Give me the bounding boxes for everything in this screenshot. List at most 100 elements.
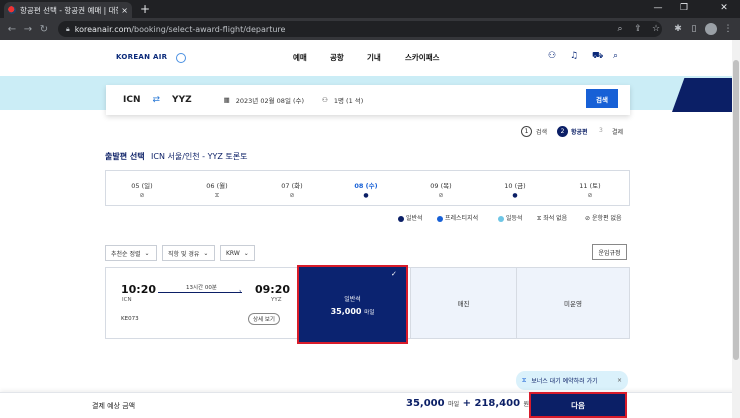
currency-value: KRW (226, 249, 240, 257)
legend-label: 좌석 없음 (543, 215, 568, 222)
date-tab-06[interactable]: 06 (월) (187, 180, 247, 190)
waitlist-icon: ⧖ (537, 215, 542, 222)
economy-dot-icon: ● (363, 192, 369, 199)
departure-date[interactable]: 2023년 02월 08일 (수) (236, 95, 304, 105)
sort-select[interactable]: 추천순 정렬 ⌄ (105, 245, 157, 261)
economy-price: 35,000 마일 (331, 307, 375, 316)
forward-arrow-icon[interactable]: → (20, 24, 36, 35)
legend-label: 운항편 없음 (592, 215, 622, 222)
calendar-icon: ▦ (223, 96, 230, 104)
korean-air-logo[interactable]: KOREAN AIR (116, 53, 167, 61)
zoom-icon[interactable]: ⌕ (612, 21, 628, 37)
legend-economy: 일반석 (398, 213, 423, 222)
no-seat-icon: ⊘ (587, 192, 593, 199)
no-seat-icon: ⊘ (289, 192, 295, 199)
search-icon[interactable]: ⌕ (613, 51, 618, 61)
nav-skypass[interactable]: 스카이패스 (405, 52, 440, 63)
stops-select[interactable]: 직항 및 경유 ⌄ (162, 245, 215, 261)
new-tab-button[interactable]: + (140, 2, 150, 16)
arrival-airport: YYZ (271, 297, 282, 303)
route-line (158, 292, 242, 293)
browser-tab[interactable]: 항공편 선택 - 항공권 예매 | 대한항공 × (4, 2, 132, 18)
korean-air-favicon-icon (8, 6, 16, 14)
total-won: 218,400 (474, 398, 521, 409)
share-icon[interactable]: ⇪ (630, 21, 646, 37)
prestige-dot-icon (437, 215, 443, 222)
sort-value: 추천순 정렬 (111, 250, 141, 258)
destination-code[interactable]: YYZ (172, 95, 192, 105)
nav-booking[interactable]: 예매 (293, 52, 307, 63)
bell-icon[interactable]: ♫ (570, 51, 578, 61)
waitlist-label: 보너스 대기 예약하러 가기 (531, 378, 598, 385)
minimize-button[interactable]: — (648, 1, 668, 15)
sidebar-icon[interactable]: ▯ (686, 21, 702, 37)
profile-avatar[interactable] (705, 23, 717, 35)
step-label-search: 검색 (536, 129, 548, 136)
no-flight-icon: ⊘ (585, 215, 591, 222)
url-host: koreanair.com (74, 24, 132, 34)
date-tab-08-selected[interactable]: 08 (수) (336, 180, 396, 190)
menu-kebab-icon[interactable]: ⋮ (720, 21, 736, 37)
flight-number: KE073 (121, 316, 139, 322)
taegeuk-logo-icon (176, 53, 186, 63)
date-tab-05[interactable]: 05 (일) (112, 180, 172, 190)
economy-dot-icon: ● (512, 192, 518, 199)
lock-icon[interactable]: 🔒︎ (66, 25, 70, 34)
arrow-right-icon: › (239, 288, 242, 295)
departure-airport: ICN (122, 297, 132, 303)
date-tab-09[interactable]: 09 (목) (411, 180, 471, 190)
waitlist-icon: ⧖ (522, 376, 527, 384)
step-number-3: 3 (599, 127, 603, 134)
step-number-2: 2 (557, 126, 568, 137)
next-button[interactable]: 다음 (529, 392, 627, 418)
departure-time: 10:20 (121, 283, 157, 296)
bookmark-star-icon[interactable]: ☆ (648, 21, 664, 37)
economy-label: 일반석 (344, 295, 361, 303)
total-miles-unit: 마일 (448, 401, 460, 408)
user-icon[interactable]: ⚇ (548, 51, 556, 61)
currency-select[interactable]: KRW ⌄ (220, 245, 255, 261)
reload-icon[interactable]: ↻ (36, 24, 52, 35)
legend-label: 일등석 (506, 215, 523, 222)
prestige-status: 매진 (457, 300, 470, 308)
legend-label: 일반석 (406, 215, 423, 222)
stops-value: 직항 및 경유 (168, 250, 200, 258)
check-icon: ✓ (391, 270, 397, 278)
step-label-payment: 결제 (612, 129, 624, 136)
date-tab-07[interactable]: 07 (화) (262, 180, 322, 190)
legend-no-seat: ⧖ 좌석 없음 (537, 213, 567, 223)
tab-close-icon[interactable]: × (121, 6, 128, 15)
swap-icon[interactable]: ⇄ (153, 95, 161, 105)
plus-sign: + (462, 398, 471, 409)
search-button[interactable]: 검색 (586, 89, 618, 108)
arrival-time: 09:20 (255, 283, 291, 296)
extensions-icon[interactable]: ✱ (670, 21, 686, 37)
origin-code[interactable]: ICN (123, 95, 141, 105)
passenger-count[interactable]: 1명 (1 석) (334, 95, 363, 105)
url-bar[interactable]: 🔒︎ koreanair.com /booking/select-award-f… (58, 21, 662, 37)
waitlist-banner[interactable]: ⧖ 보너스 대기 예약하러 가기 × (516, 371, 628, 390)
cart-icon[interactable]: ⛟ (592, 51, 603, 62)
total-amount: 35,000 마일 + 218,400 원 (406, 398, 529, 409)
route-label: ICN 서울/인천 - YYZ 토론토 (151, 152, 248, 161)
close-window-button[interactable]: ✕ (714, 1, 734, 15)
scrollbar-thumb[interactable] (733, 60, 739, 360)
nav-inflight[interactable]: 기내 (367, 52, 381, 63)
waitlist-icon: ⧖ (214, 192, 220, 199)
maximize-button[interactable]: ❐ (674, 1, 694, 15)
fare-rules-button[interactable]: 운임규정 (592, 244, 627, 260)
date-tab-11[interactable]: 11 (토) (560, 180, 620, 190)
close-icon[interactable]: × (617, 377, 622, 384)
passenger-icon: ⚇ (322, 96, 328, 104)
total-label: 결제 예상 금액 (92, 402, 136, 410)
step-number-1: 1 (521, 126, 532, 137)
nav-airport[interactable]: 공항 (330, 52, 344, 63)
legend-prestige: 프레스티지석 (437, 213, 478, 222)
back-arrow-icon[interactable]: ← (4, 24, 20, 35)
no-seat-icon: ⊘ (438, 192, 444, 199)
flight-detail-button[interactable]: 상세 보기 (248, 313, 280, 325)
first-status: 미운영 (564, 300, 582, 308)
economy-miles: 35,000 (330, 306, 362, 316)
no-seat-icon: ⊘ (139, 192, 145, 199)
date-tab-10[interactable]: 10 (금) (485, 180, 545, 190)
